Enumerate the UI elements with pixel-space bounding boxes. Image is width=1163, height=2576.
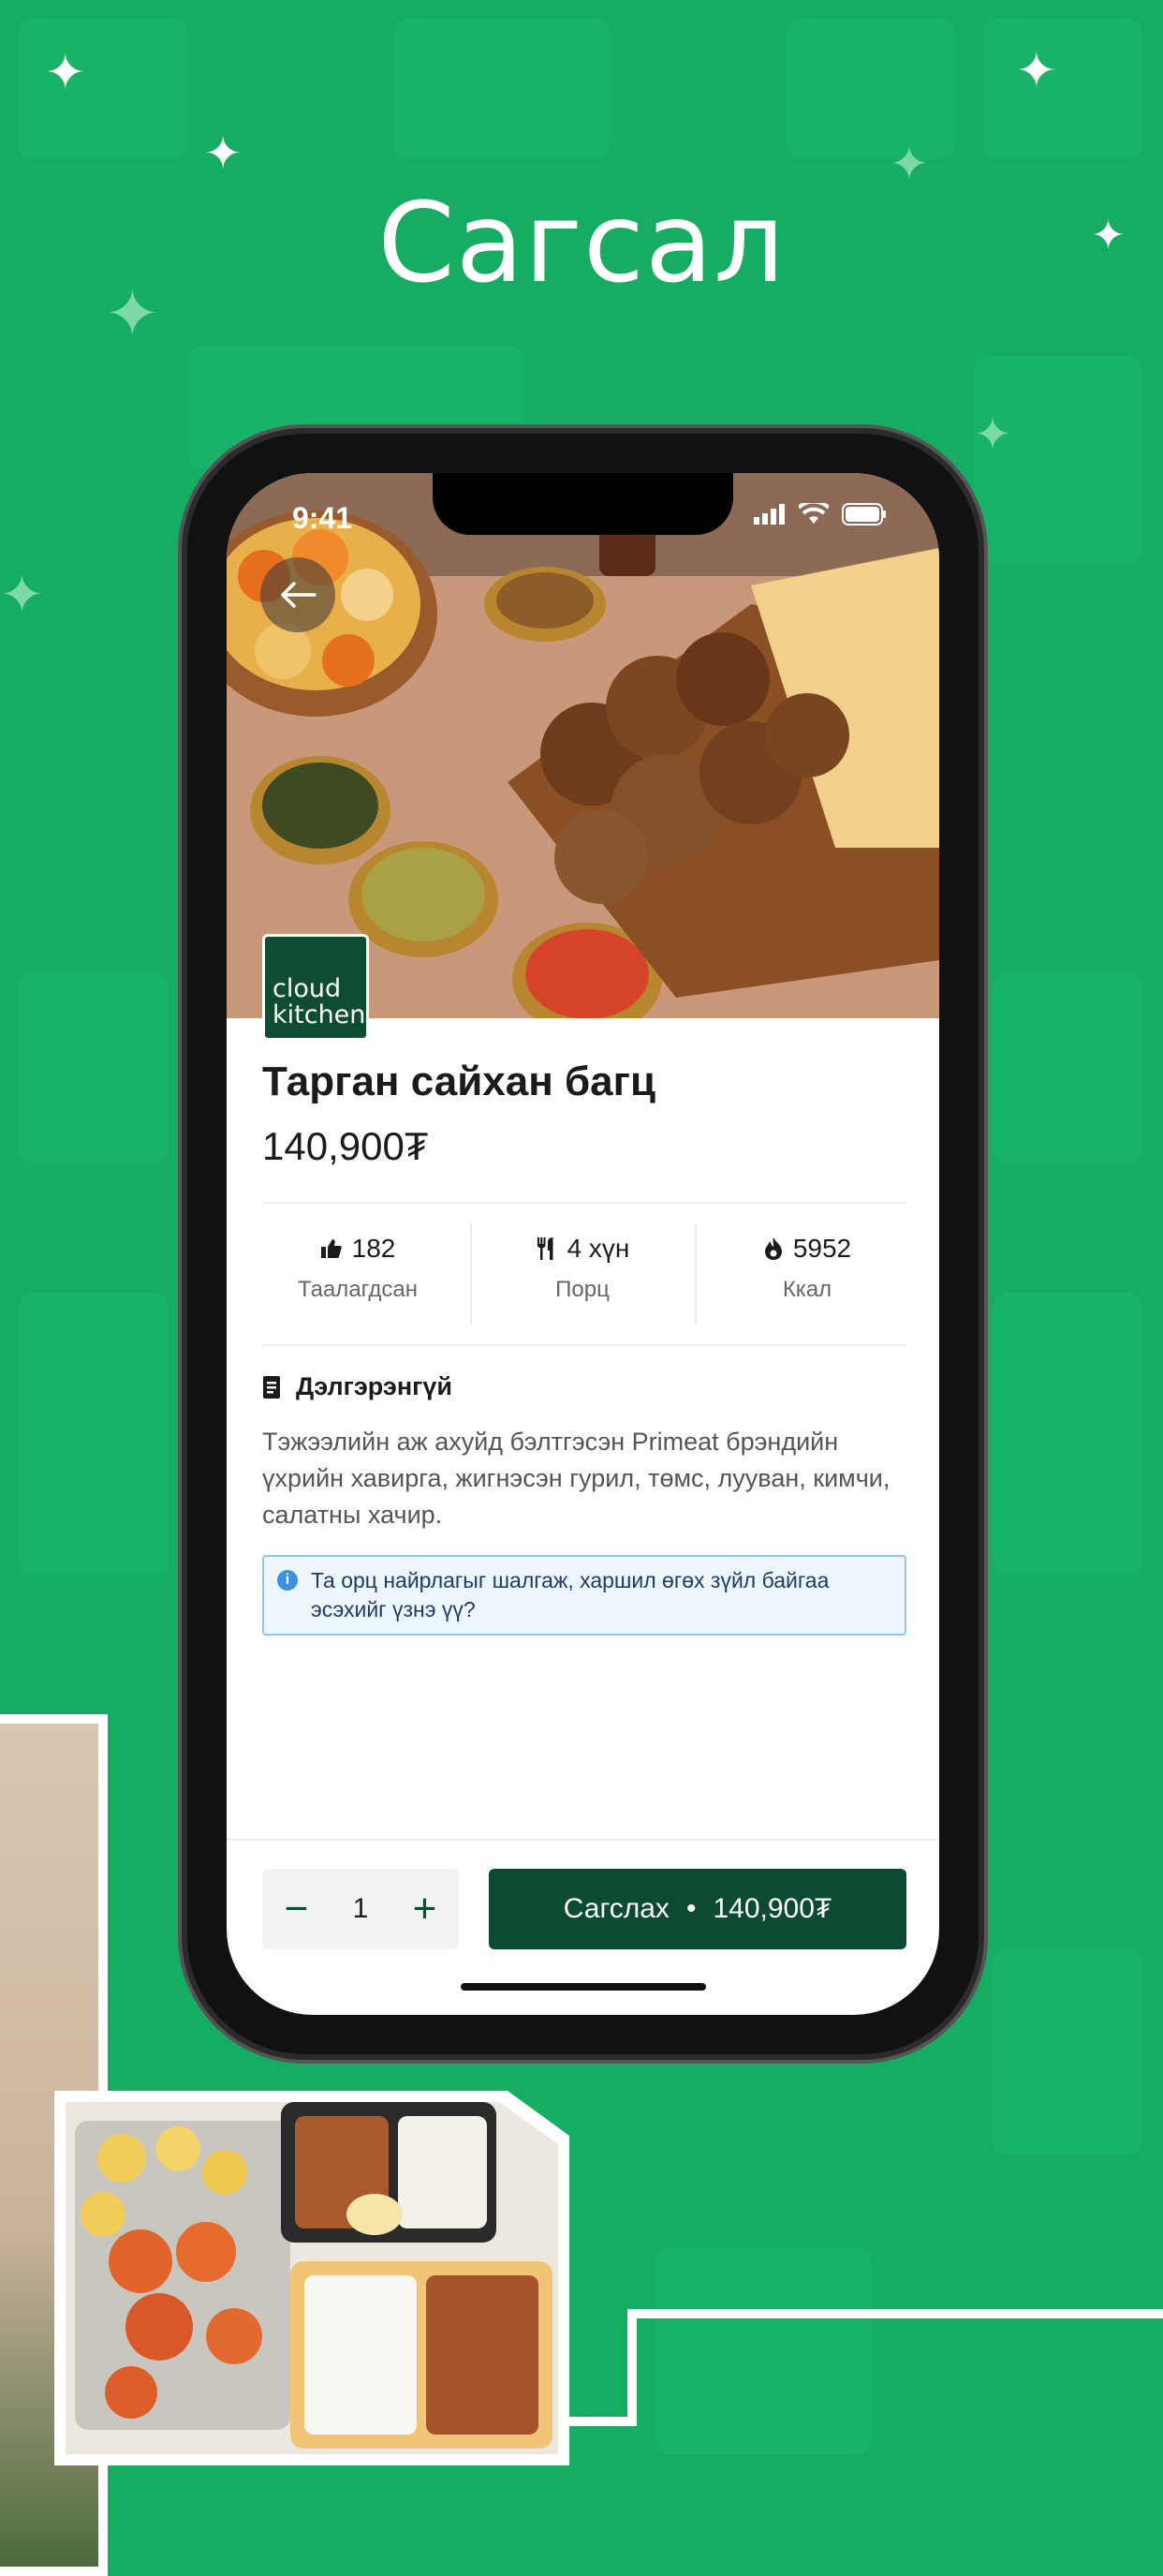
add-to-cart-separator: •: [685, 1893, 697, 1924]
info-icon: i: [277, 1570, 298, 1591]
allergy-notice-text: Та орц найрлагыг шалгаж, харшил өгөх зүй…: [311, 1568, 830, 1621]
sparkle-icon: ✦: [0, 565, 44, 626]
stat-portion: 4 хүн Порц: [479, 1234, 685, 1303]
sparkle-icon: ✦: [974, 408, 1012, 461]
sparkle-icon: ✦: [45, 45, 86, 101]
stat-separator: [695, 1222, 697, 1325]
sparkle-icon: ✦: [204, 127, 243, 180]
back-button[interactable]: [260, 557, 335, 632]
divider: [262, 1344, 906, 1346]
details-heading: Дэлгэрэнгүй: [262, 1372, 452, 1401]
footer-divider: [227, 1839, 939, 1841]
decorative-path: [562, 2417, 637, 2426]
stat-likes-label: Таалагдсан: [298, 1277, 418, 1302]
status-icons: [754, 503, 887, 526]
add-to-cart-price: 140,900₮: [713, 1893, 832, 1924]
wifi-icon: [799, 503, 829, 524]
details-heading-text: Дэлгэрэнгүй: [296, 1372, 452, 1400]
stat-portion-label: Порц: [555, 1277, 610, 1302]
document-icon: [263, 1375, 280, 1399]
stat-calories-label: Ккал: [782, 1277, 832, 1302]
stat-portion-value: 4 хүн: [567, 1234, 630, 1263]
decorative-food-photo: [54, 2091, 569, 2465]
decrease-button[interactable]: −: [285, 1888, 309, 1930]
phone-mockup: 9:41 cloud kitchen Тарган сайхан багц 14…: [187, 434, 979, 2054]
flame-icon: [764, 1237, 782, 1260]
stat-calories-value: 5952: [792, 1234, 852, 1263]
allergy-notice: i Та орц найрлагыг шалгаж, харшил өгөх з…: [262, 1555, 906, 1636]
brand-logo-line1: cloud: [272, 974, 342, 1003]
increase-button[interactable]: +: [413, 1888, 437, 1930]
home-indicator: [461, 1983, 706, 1991]
thumbs-up-icon: [320, 1239, 342, 1258]
divider: [262, 1202, 906, 1204]
stat-likes-value: 182: [351, 1234, 396, 1263]
phone-notch: [433, 473, 733, 535]
stat-calories: 5952 Ккал: [704, 1234, 910, 1303]
stat-separator: [470, 1222, 472, 1325]
headline: Сагсал: [377, 178, 786, 307]
decorative-path: [627, 2309, 1163, 2426]
brand-logo: cloud kitchen: [262, 934, 369, 1041]
status-time: 9:41: [292, 501, 353, 535]
phone-screen: 9:41 cloud kitchen Тарган сайхан багц 14…: [227, 473, 939, 2015]
sparkle-icon: ✦: [1016, 43, 1057, 99]
brand-logo-line2: kitchen: [272, 1000, 366, 1029]
product-description: Тэжээлийн аж ахуйд бэлтгэсэн Primeat брэ…: [262, 1428, 891, 1529]
add-to-cart-label: Сагслах: [563, 1893, 670, 1924]
arrow-left-icon: [281, 582, 317, 608]
fork-knife-icon: [537, 1237, 553, 1260]
product-title: Тарган сайхан багц: [262, 1059, 656, 1104]
battery-icon: [842, 503, 886, 526]
stat-likes: 182 Таалагдсан: [255, 1234, 461, 1303]
signal-icon: [754, 504, 785, 525]
quantity-value: 1: [352, 1893, 369, 1924]
quantity-stepper: − 1 +: [262, 1869, 459, 1949]
add-to-cart-button[interactable]: Сагслах • 140,900₮: [489, 1869, 906, 1949]
product-price: 140,900₮: [262, 1124, 429, 1168]
